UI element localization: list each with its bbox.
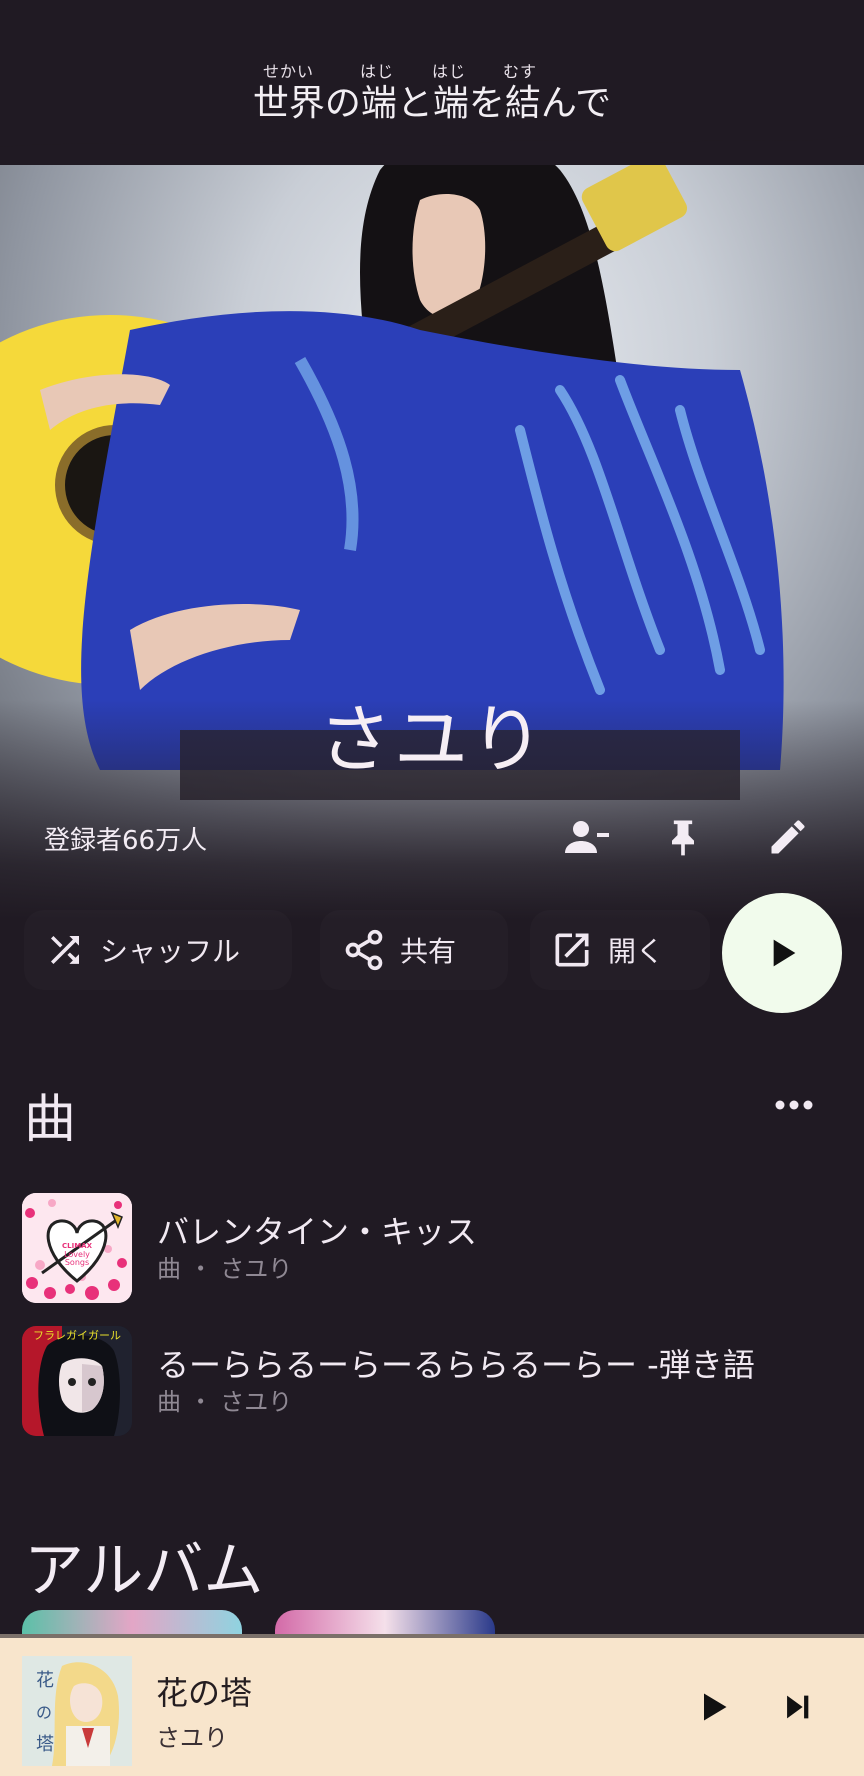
person-remove-icon: [565, 821, 609, 853]
mini-play-button[interactable]: [688, 1682, 738, 1732]
svg-text:花: 花: [36, 1670, 54, 1691]
open-button[interactable]: 開く: [530, 910, 710, 990]
songs-more-button[interactable]: [764, 1087, 824, 1123]
subscriber-count: 登録者66万人: [44, 826, 208, 856]
albums-section-title: アルバム: [24, 1536, 264, 1606]
play-icon: [773, 939, 796, 967]
share-button[interactable]: 共有: [320, 910, 508, 990]
shuffle-icon: [51, 936, 79, 964]
play-button[interactable]: [722, 893, 842, 1013]
pin-button[interactable]: [658, 812, 708, 862]
svg-text:CLIMAX: CLIMAX: [62, 1242, 93, 1250]
shuffle-button[interactable]: シャッフル: [24, 910, 292, 990]
song-art-climax: CLIMAX Lovely Songs: [22, 1193, 132, 1303]
open-external-icon: [555, 933, 589, 967]
mini-player-title: 花の塔: [156, 1674, 253, 1712]
songs-section-header: 曲: [24, 1075, 844, 1150]
artist-hero-image: [0, 130, 864, 920]
skip-next-button[interactable]: [772, 1682, 822, 1732]
songs-section-title: 曲: [24, 1090, 77, 1150]
unsubscribe-button[interactable]: [562, 812, 612, 862]
mini-player-artist: さユり: [156, 1724, 228, 1752]
song-art-fraregai: フラレガイガール: [22, 1326, 132, 1436]
pin-icon: [672, 820, 694, 856]
mini-player[interactable]: 花 の 塔 花の塔 さユり: [0, 1634, 864, 1776]
mini-player-artwork: 花 の 塔: [22, 1656, 132, 1766]
artist-name: さユり: [318, 697, 546, 783]
song-subtitle: 曲 ・ さユり: [157, 1255, 293, 1283]
song-title: バレンタイン・キッス: [157, 1213, 478, 1251]
share-icon: [345, 929, 383, 971]
song-row[interactable]: フラレガイガール るーららるーらーるららるーらー -弾き語 曲 ・ さユり: [22, 1326, 852, 1438]
svg-text:Songs: Songs: [65, 1258, 89, 1267]
song-subtitle: 曲 ・ さユり: [157, 1388, 293, 1416]
song-title: るーららるーらーるららるーらー -弾き語: [157, 1346, 755, 1384]
shuffle-label: シャッフル: [100, 935, 241, 968]
pencil-icon: [771, 820, 805, 854]
lyrics-line: 世界の端と端を結んで: [252, 83, 612, 124]
share-label: 共有: [400, 935, 457, 968]
song-thumbnail: フラレガイガール: [22, 1326, 132, 1436]
song-row[interactable]: CLIMAX Lovely Songs バレンタイン・キッス 曲 ・ さユり: [22, 1193, 852, 1305]
open-label: 開く: [608, 935, 665, 968]
lyrics-wave: [0, 125, 864, 147]
more-horizontal-icon: [775, 1100, 813, 1110]
svg-text:の: の: [36, 1703, 52, 1722]
svg-text:塔: 塔: [36, 1734, 54, 1755]
song-thumbnail: CLIMAX Lovely Songs: [22, 1193, 132, 1303]
play-icon: [704, 1693, 727, 1721]
album-art-hana-no-tou: 花 の 塔: [22, 1656, 132, 1766]
skip-next-icon: [787, 1695, 809, 1719]
edit-button[interactable]: [763, 812, 813, 862]
svg-text:フラレガイガール: フラレガイガール: [33, 1329, 121, 1342]
